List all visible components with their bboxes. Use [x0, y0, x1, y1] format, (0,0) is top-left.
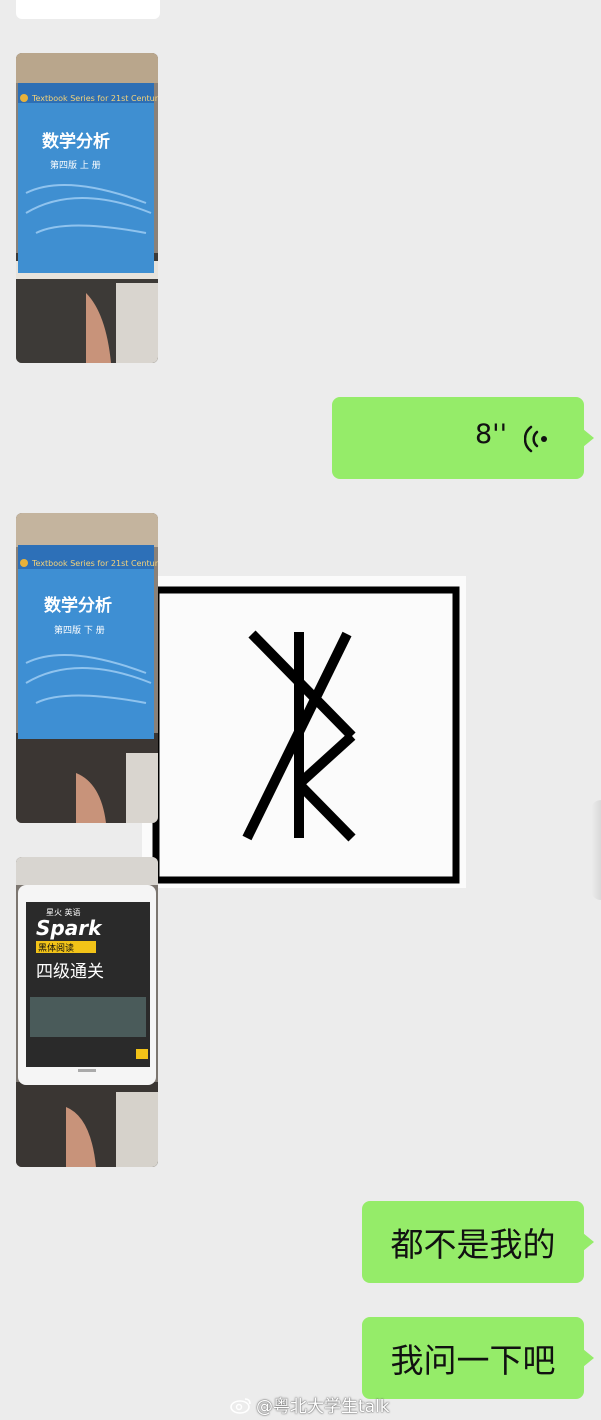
photo-book-title: 数学分析: [44, 595, 112, 616]
received-message-bubble[interactable]: [16, 0, 160, 19]
text-message-bubble[interactable]: 都不是我的: [362, 1201, 594, 1283]
voice-message-bubble[interactable]: 8'': [332, 397, 594, 479]
photo-book-title: 四级通关: [36, 962, 104, 982]
textbook-photo: Textbook Series for 21st Century 数学分析 第四…: [16, 513, 158, 823]
message-text: 我问一下吧: [390, 1341, 556, 1380]
rune-symbol-icon: [152, 586, 460, 884]
edge-shadow: [591, 800, 601, 900]
text-message-bubble[interactable]: 我问一下吧: [362, 1317, 594, 1399]
photo-book-edition: 第四版 下 册: [54, 624, 105, 636]
rune-sticker-image[interactable]: [142, 576, 466, 888]
watermark: @粤北大学生talk: [230, 1392, 390, 1417]
photo-series-label: Textbook Series for 21st Century: [31, 559, 158, 568]
photo-tag: 黑体阅读: [38, 942, 74, 954]
photo-book-edition: 第四版 上 册: [50, 159, 101, 171]
message-text: 都不是我的: [390, 1225, 556, 1264]
photo-message-math-analysis-vol2[interactable]: Textbook Series for 21st Century 数学分析 第四…: [16, 513, 158, 823]
photo-brand-en: Spark: [36, 916, 103, 940]
photo-book-title: 数学分析: [42, 131, 110, 152]
textbook-photo: Textbook Series for 21st Century 数学分析 第四…: [16, 53, 158, 363]
photo-message-spark-cet4[interactable]: 星火 英语 Spark 黑体阅读 四级通关: [16, 857, 158, 1167]
tablet-photo: 星火 英语 Spark 黑体阅读 四级通关: [16, 857, 158, 1167]
weibo-logo-icon: [230, 1397, 251, 1414]
photo-message-math-analysis-vol1[interactable]: Textbook Series for 21st Century 数学分析 第四…: [16, 53, 158, 363]
photo-series-label: Textbook Series for 21st Century: [31, 94, 158, 103]
voice-wave-icon: [524, 425, 547, 453]
watermark-text: @粤北大学生talk: [256, 1397, 390, 1417]
voice-duration: 8'': [474, 419, 507, 450]
